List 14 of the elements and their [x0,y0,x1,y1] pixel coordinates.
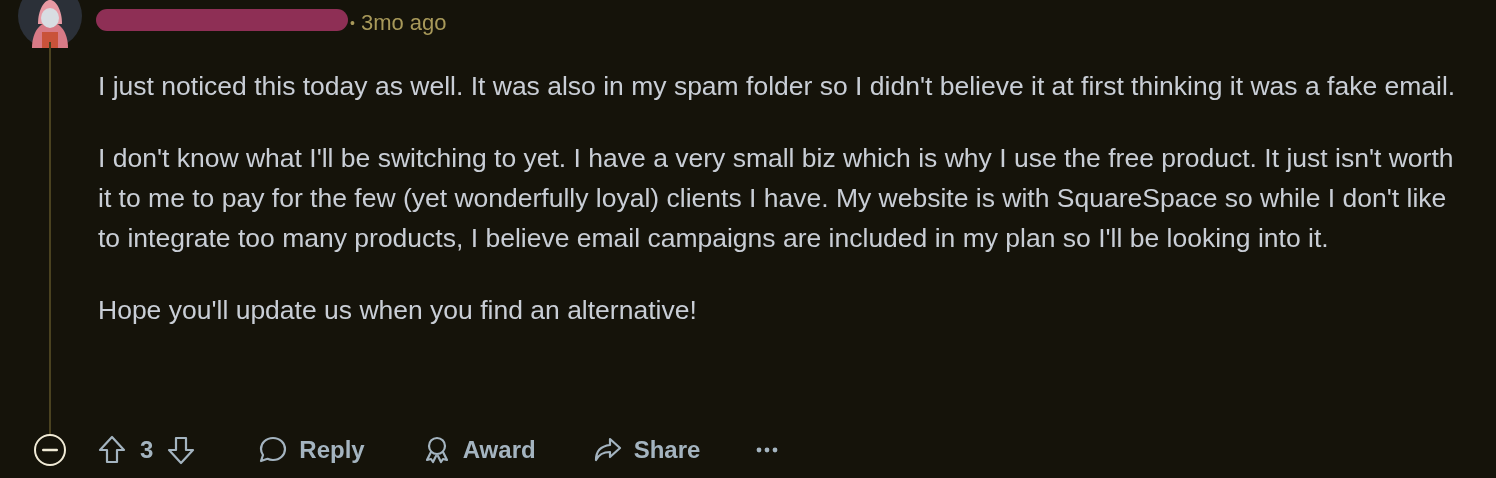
reply-button[interactable]: Reply [257,434,365,466]
award-button[interactable]: Award [420,434,536,466]
avatar[interactable] [18,0,82,48]
upvote-button[interactable] [96,434,128,466]
comment-paragraph: Hope you'll update us when you find an alternative! [98,294,698,327]
separator: • [350,15,355,31]
more-options-icon[interactable] [756,447,779,453]
vote-count: 3 [140,436,154,464]
comment-paragraph: I don't know what I'll be switching to yet. I have a very small biz which is why I use the free product. It just isn't worth it to me to pay for the few (yet wonderfully loyal) clients I have. My website is with SquareSpace so while I don't like to integrate too many products, I believe email campaigns are included in my plan so I'll be looking into it. [98,142,1455,255]
comment-paragraph: I just noticed this today as well. It was also in my spam folder so I didn't believe it at first thinking it was a fake email. [98,70,1457,103]
share-button[interactable]: Share [591,434,701,466]
minus-icon [42,448,58,452]
timestamp[interactable]: 3mo ago [360,10,447,36]
collapse-button[interactable] [34,434,66,466]
